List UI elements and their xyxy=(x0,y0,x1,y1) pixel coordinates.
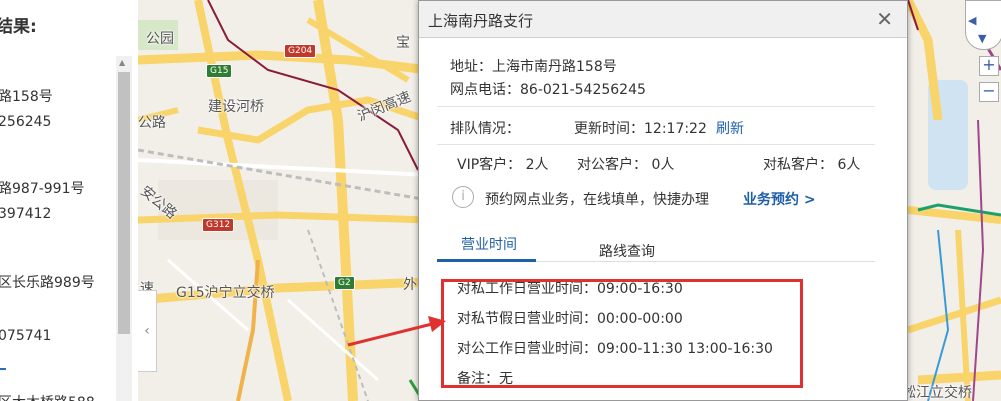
annotation-highlight-box xyxy=(441,279,803,388)
